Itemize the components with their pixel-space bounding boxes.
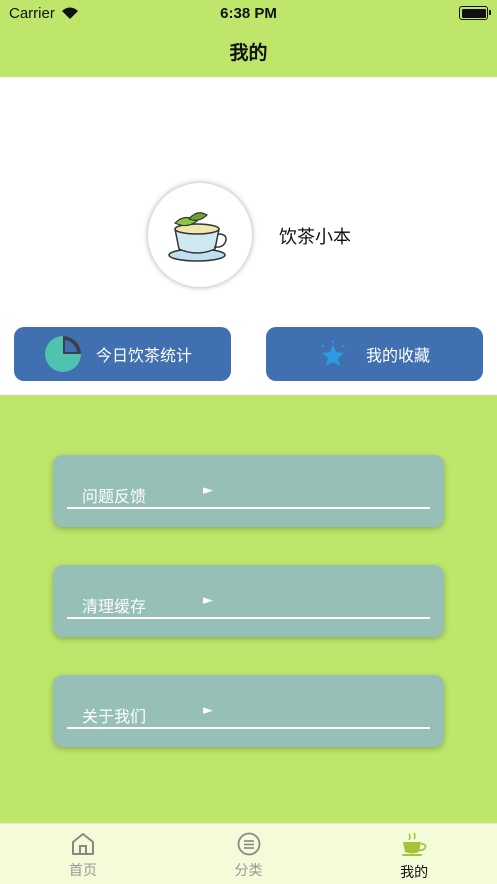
divider bbox=[67, 507, 430, 509]
home-icon bbox=[71, 833, 94, 855]
menu-item-label: 关于我们 bbox=[82, 707, 147, 726]
pie-chart-icon bbox=[45, 336, 81, 372]
menu-item-label: 问题反馈 bbox=[82, 487, 147, 506]
user-name: 饮茶小本 bbox=[279, 227, 351, 248]
avatar[interactable] bbox=[148, 183, 252, 287]
star-icon bbox=[321, 340, 345, 366]
profile-section: 饮茶小本 今日饮茶统计 我的收藏 bbox=[0, 77, 497, 395]
menu-item-clear-cache[interactable]: 清理缓存 ► bbox=[53, 565, 444, 637]
divider bbox=[67, 727, 430, 729]
tab-label: 首页 bbox=[68, 863, 97, 879]
divider bbox=[67, 617, 430, 619]
my-favorites-button[interactable]: 我的收藏 bbox=[266, 327, 483, 381]
arrow-right-icon: ► bbox=[203, 483, 213, 498]
menu-item-about-us[interactable]: 关于我们 ► bbox=[53, 675, 444, 747]
tab-home[interactable]: 首页 bbox=[0, 824, 166, 884]
nav-bar: 我的 bbox=[0, 26, 497, 76]
page-title: 我的 bbox=[229, 41, 268, 64]
tab-category[interactable]: 分类 bbox=[166, 824, 332, 884]
tea-cup-avatar-icon bbox=[168, 212, 227, 262]
my-favorites-label: 我的收藏 bbox=[366, 346, 431, 365]
status-time: 6:38 PM bbox=[220, 4, 277, 22]
today-stats-label: 今日饮茶统计 bbox=[96, 346, 193, 365]
menu-item-feedback[interactable]: 问题反馈 ► bbox=[53, 455, 444, 527]
today-stats-button[interactable]: 今日饮茶统计 bbox=[14, 327, 231, 381]
category-icon bbox=[237, 832, 260, 856]
battery-icon bbox=[459, 6, 491, 20]
tea-cup-icon bbox=[402, 832, 427, 856]
tab-bar: 首页 分类 我的 bbox=[0, 823, 497, 884]
status-bar: Carrier 6:38 PM bbox=[0, 0, 497, 26]
arrow-right-icon: ► bbox=[203, 593, 213, 608]
menu-item-label: 清理缓存 bbox=[82, 597, 147, 616]
tab-mine[interactable]: 我的 bbox=[331, 824, 497, 884]
tab-label: 分类 bbox=[234, 863, 263, 879]
arrow-right-icon: ► bbox=[203, 703, 213, 718]
tab-label: 我的 bbox=[400, 865, 429, 881]
